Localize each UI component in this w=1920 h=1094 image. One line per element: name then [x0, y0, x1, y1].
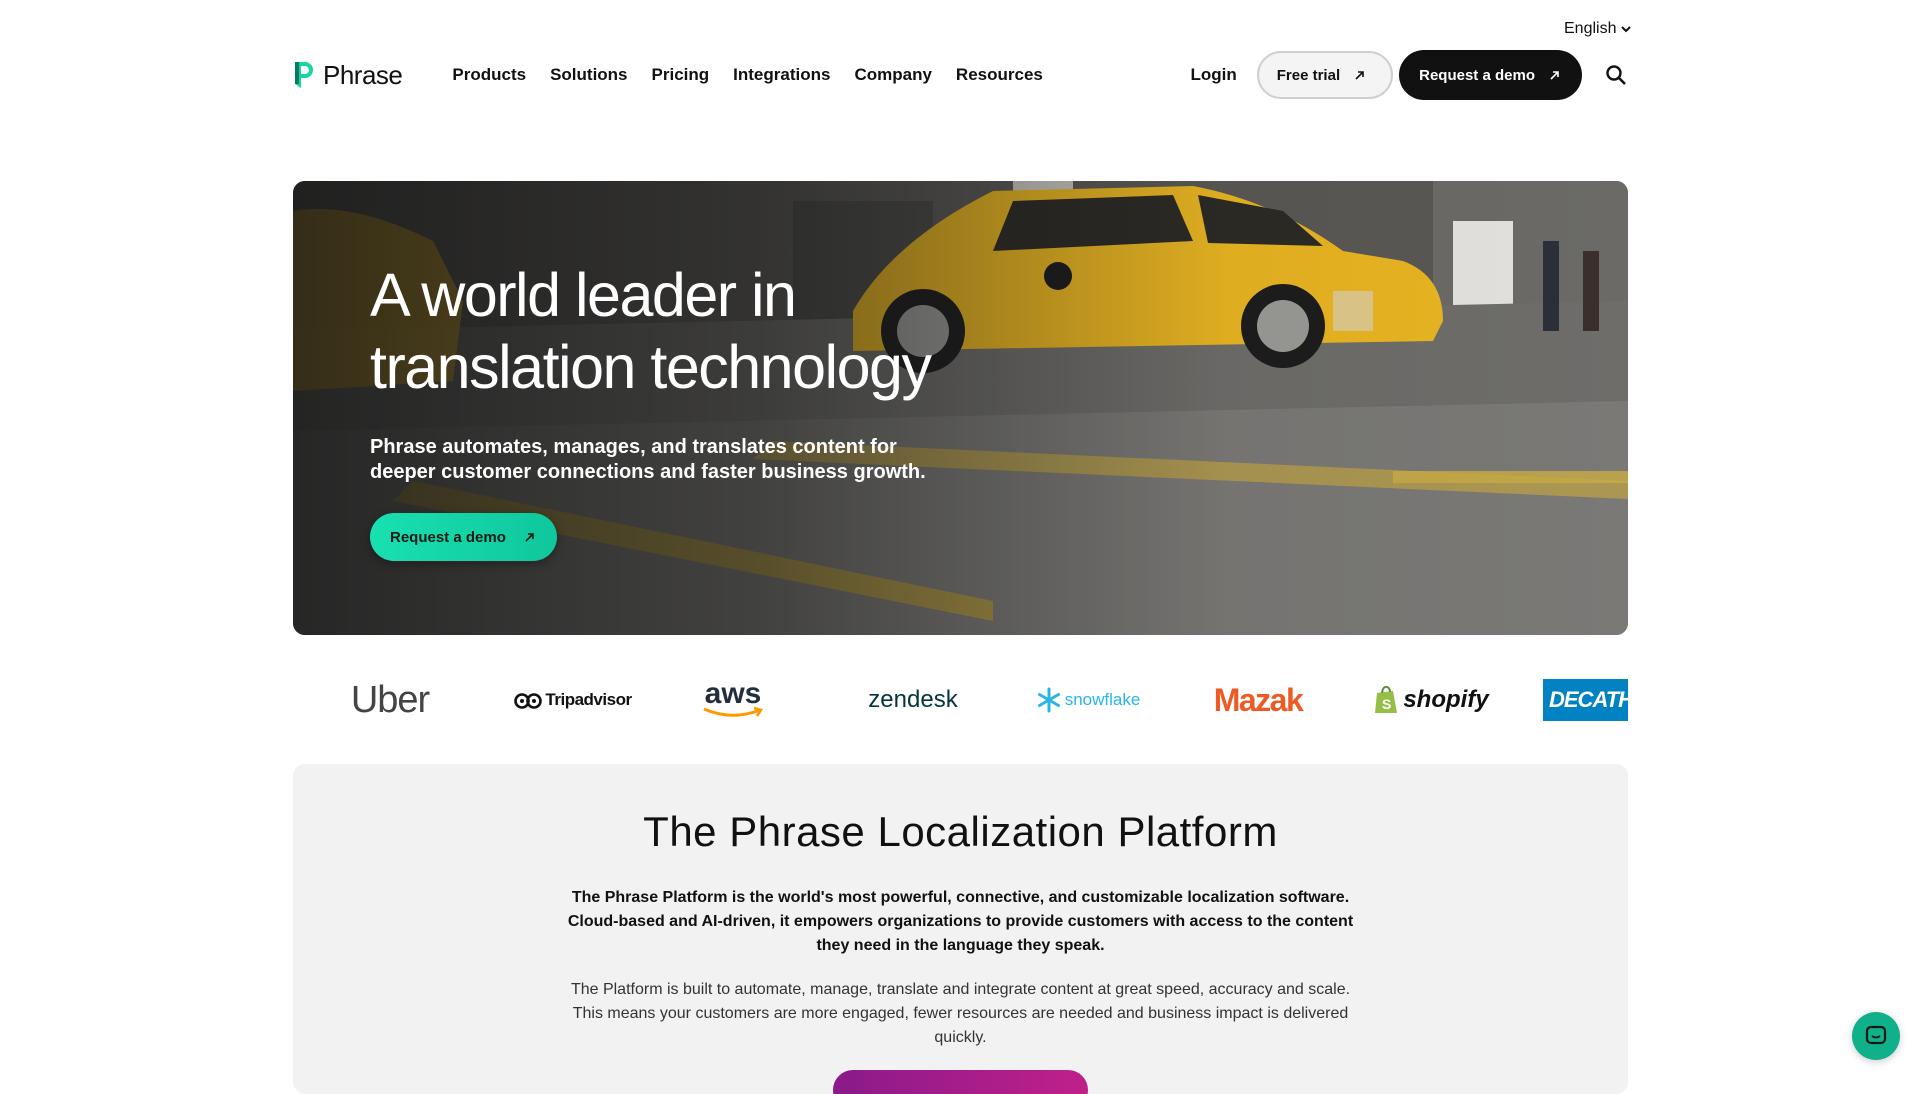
request-demo-label: Request a demo — [1419, 66, 1535, 84]
decathlon-logo: DECATH — [1543, 675, 1628, 725]
uber-logo: Uber — [345, 675, 435, 725]
hero-title-line-2: translation technology — [370, 333, 932, 401]
hero-banner: A world leader in translation technology… — [293, 181, 1628, 635]
nav-integrations[interactable]: Integrations — [733, 65, 830, 85]
chevron-down-icon — [1621, 26, 1632, 33]
phrase-logo[interactable]: Phrase — [293, 59, 403, 91]
aws-logo-text: aws — [704, 677, 762, 710]
aws-logo: aws — [693, 675, 773, 725]
zendesk-logo-text: zendesk — [868, 686, 958, 713]
tripadvisor-logo-text: Tripadvisor — [545, 690, 632, 709]
language-selector[interactable]: English — [1564, 20, 1632, 38]
platform-cta-button[interactable] — [833, 1070, 1088, 1094]
login-link[interactable]: Login — [1190, 65, 1236, 85]
snowflake-logo: snowflake — [1028, 675, 1148, 725]
nav-resources[interactable]: Resources — [956, 65, 1043, 85]
chat-icon — [1865, 1025, 1887, 1045]
tripadvisor-logo: Tripadvisor — [508, 675, 638, 725]
shopify-logo: S shopify — [1371, 675, 1491, 725]
customer-logos: Uber Tripadvisor aws zendesk snowflake M… — [293, 675, 1628, 725]
hero-content: A world leader in translation technology… — [370, 259, 990, 561]
hero-title-line-1: A world leader in — [370, 261, 797, 329]
decathlon-logo-text: DECATH — [1549, 687, 1628, 712]
nav-company[interactable]: Company — [854, 65, 931, 85]
snowflake-icon — [1037, 687, 1060, 713]
nav-pricing[interactable]: Pricing — [652, 65, 710, 85]
chat-launcher[interactable] — [1852, 1012, 1900, 1060]
mazak-logo: Mazak — [1208, 675, 1308, 725]
decathlon-logo-box: DECATH — [1543, 679, 1628, 721]
platform-body: The Platform is built to automate, manag… — [570, 981, 1351, 1046]
platform-section: The Phrase Localization Platform The Phr… — [293, 764, 1628, 1094]
hero-subtitle: Phrase automates, manages, and translate… — [370, 435, 990, 485]
hero-subtitle-line-2: deeper customer connections and faster b… — [370, 461, 926, 483]
shopify-bag-icon: S — [1375, 685, 1398, 713]
main-nav: Products Solutions Pricing Integrations … — [452, 65, 1042, 85]
aws-smile-icon — [703, 707, 763, 717]
nav-solutions[interactable]: Solutions — [550, 65, 627, 85]
free-trial-label: Free trial — [1276, 66, 1341, 84]
phrase-logo-icon — [295, 62, 313, 88]
request-demo-button[interactable]: Request a demo — [1399, 50, 1582, 100]
hero-subtitle-line-1: Phrase automates, manages, and translate… — [370, 436, 897, 458]
snowflake-logo-text: snowflake — [1064, 690, 1141, 709]
platform-title: The Phrase Localization Platform — [643, 808, 1278, 855]
language-label: English — [1564, 20, 1617, 37]
arrow-up-right-icon — [525, 532, 534, 542]
shopify-logo-text: shopify — [1403, 686, 1489, 713]
hero-title: A world leader in translation technology — [370, 259, 990, 403]
logo-text: Phrase — [323, 59, 403, 90]
platform-lead: The Phrase Platform is the world's most … — [567, 889, 1354, 954]
site-header: Phrase Products Solutions Pricing Integr… — [293, 50, 1628, 100]
zendesk-logo: zendesk — [863, 675, 963, 725]
search-icon[interactable] — [1604, 63, 1628, 87]
uber-logo-text: Uber — [350, 678, 430, 721]
arrow-up-right-icon — [1550, 70, 1559, 80]
nav-products[interactable]: Products — [452, 65, 526, 85]
header-actions: Login Free trial Request a demo — [1190, 50, 1628, 100]
mazak-logo-text: Mazak — [1213, 681, 1304, 718]
svg-text:S: S — [1382, 696, 1391, 712]
hero-request-demo-button[interactable]: Request a demo — [370, 513, 557, 561]
hero-cta-label: Request a demo — [390, 528, 506, 546]
tripadvisor-owl-icon — [514, 693, 543, 709]
arrow-up-right-icon — [1355, 70, 1364, 80]
free-trial-button[interactable]: Free trial — [1256, 51, 1394, 99]
